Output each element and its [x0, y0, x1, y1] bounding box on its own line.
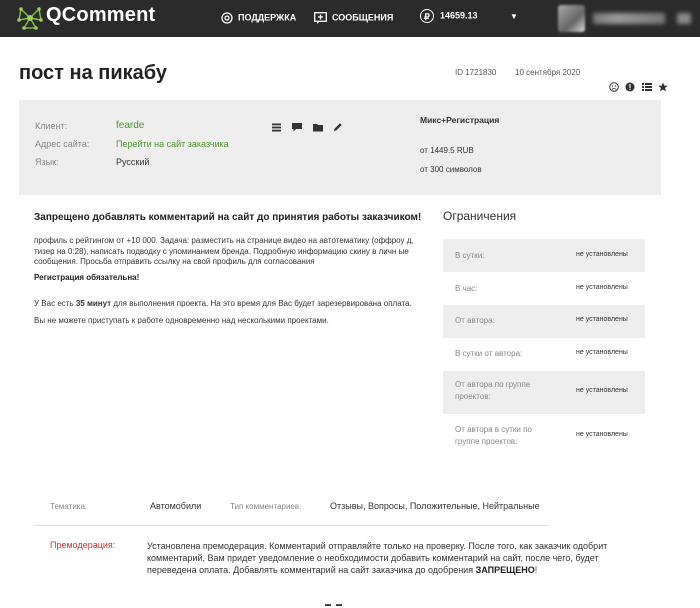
user-avatar[interactable] — [558, 5, 585, 32]
time-prefix: У Вас есть — [34, 299, 76, 308]
client-link[interactable]: fearde — [116, 120, 144, 131]
nav-messages[interactable]: СООБЩЕНИЯ — [314, 12, 393, 24]
package-chars: от 300 символов — [420, 165, 482, 174]
nav-support-label: ПОДДЕРЖКА — [238, 12, 297, 23]
nav-messages-label: СООБЩЕНИЯ — [332, 12, 394, 23]
restriction-row: От автора по группе проектов: не установ… — [443, 371, 645, 414]
multi-project-note: Вы не можете приступать к работе одновре… — [34, 316, 329, 325]
sad-face-icon[interactable] — [609, 82, 619, 92]
restriction-label: От автора по группе проектов: — [455, 380, 531, 401]
logo-icon[interactable] — [17, 6, 43, 30]
nav-support[interactable]: ПОДДЕРЖКА — [221, 12, 296, 24]
message-plus-icon — [314, 12, 327, 24]
restriction-row: В час: не установлены — [443, 272, 645, 305]
restrictions-title: Ограничения — [443, 209, 517, 223]
restriction-row: В сутки от автора: не установлены — [443, 338, 645, 371]
client-label: Клиент: — [35, 121, 68, 131]
comment-type-label: Тип комментариев: — [230, 502, 302, 511]
time-value: 35 минут — [75, 299, 112, 308]
premoderation-text: Установлена премодерация. Комментарий от… — [147, 540, 617, 576]
restriction-label: В сутки от автора: — [455, 349, 523, 358]
user-name-blurred[interactable] — [593, 13, 665, 24]
balance-dropdown-caret[interactable]: ▼ — [510, 12, 518, 21]
user-menu-blurred[interactable] — [677, 13, 691, 24]
package-name: Микс+Регистрация — [420, 115, 500, 125]
premoderation-emphasis: ЗАПРЕЩЕНО — [475, 565, 535, 575]
list-icon[interactable] — [641, 82, 652, 92]
restriction-label: От автора в сутки по группе проектов: — [455, 425, 532, 446]
restriction-label: От автора: — [455, 316, 495, 325]
restriction-value: не установлены — [576, 251, 628, 258]
registration-required: Регистрация обязательна! — [34, 273, 140, 282]
alert-icon[interactable] — [625, 82, 635, 92]
order-actions — [609, 79, 670, 97]
chat-icon[interactable] — [292, 123, 303, 135]
restriction-value: не установлены — [576, 431, 628, 438]
order-date: 10 сентября 2020 — [515, 68, 581, 77]
menu-icon[interactable] — [272, 123, 282, 135]
restriction-label: В час: — [455, 284, 478, 293]
ruble-coin-icon: ₽ — [420, 9, 434, 23]
restriction-label: В сутки: — [455, 251, 485, 260]
restriction-row: В сутки: не установлены — [443, 239, 645, 272]
lang-label: Язык: — [35, 157, 59, 167]
folder-icon[interactable] — [312, 123, 323, 135]
star-icon[interactable] — [658, 82, 669, 92]
lang-value: Русский — [116, 157, 150, 167]
site-label: Адрес сайта: — [35, 139, 90, 149]
balance-value: 14659.13 — [440, 10, 478, 21]
order-info-panel: Клиент: fearde Адрес сайта: Перейти на с… — [19, 100, 661, 195]
premoderation-body: Установлена премодерация. Комментарий от… — [147, 541, 608, 575]
topic-label: Тематика: — [50, 502, 88, 511]
topic-value: Автомобили — [150, 501, 202, 511]
top-bar: QComment ПОДДЕРЖКА СООБЩЕНИЯ ₽14659.13 ▼ — [0, 0, 700, 37]
task-description: профиль с рейтингом от +10 000. Задача: … — [34, 236, 414, 266]
lifebuoy-icon — [221, 12, 233, 24]
restriction-row: От автора в сутки по группе проектов: не… — [443, 416, 645, 456]
package-price: от 1449.5 RUB — [420, 146, 474, 155]
premoderation-end: ! — [534, 565, 538, 575]
divider — [34, 525, 548, 526]
restriction-row: От автора: не установлены — [443, 305, 645, 338]
premoderation-label: Премодерация: — [50, 540, 116, 550]
restriction-value: не установлены — [576, 387, 628, 394]
restriction-value: не установлены — [576, 349, 628, 356]
order-id: ID 1721830 — [455, 68, 497, 77]
pencil-icon[interactable] — [333, 122, 343, 135]
page-title: пост на пикабу — [19, 62, 167, 84]
warning-heading: Запрещено добавлять комментарий на сайт … — [34, 212, 422, 223]
time-suffix: для выполнения проекта. На это время для… — [111, 299, 412, 308]
restriction-value: не установлены — [576, 284, 628, 291]
balance-display[interactable]: ₽14659.13 — [420, 9, 478, 23]
time-limit-text: У Вас есть 35 минут для выполнения проек… — [34, 299, 412, 308]
site-link[interactable]: Перейти на сайт заказчика — [116, 139, 229, 149]
comment-type-value: Отзывы, Вопросы, Положительные, Нейтраль… — [330, 501, 540, 511]
brand-name[interactable]: QComment — [46, 4, 155, 27]
restriction-value: не установлены — [576, 316, 628, 323]
client-actions — [272, 119, 349, 137]
bottom-fragment: ▬ ▬ — [325, 602, 343, 608]
